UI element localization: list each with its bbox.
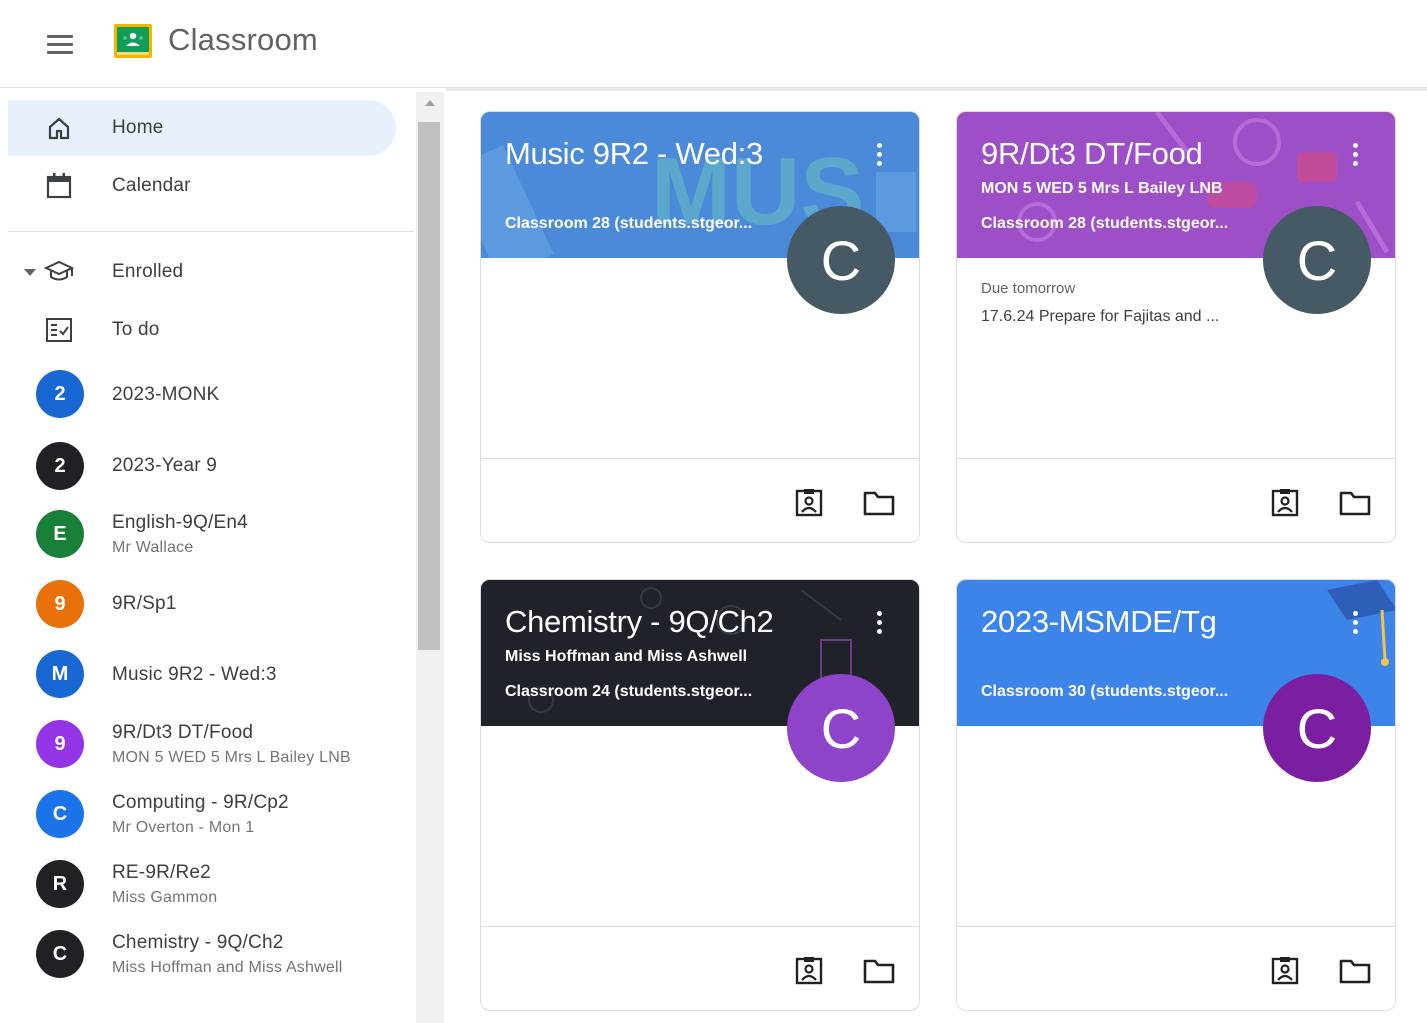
course-avatar: 9	[36, 580, 84, 628]
card-footer	[957, 458, 1395, 542]
card-room: Classroom 24 (students.stgeor...	[505, 683, 753, 700]
navigation-drawer: Home Calendar Enrolled To do 2 2023-MONK…	[0, 88, 416, 1023]
scrollbar-thumb[interactable]	[418, 122, 440, 650]
class-card-music[interactable]: MUS Music 9R2 - Wed:3 Classroom 28 (stud…	[480, 111, 920, 543]
hamburger-icon	[47, 34, 73, 38]
school-cap-icon	[42, 255, 76, 289]
classroom-logo-icon[interactable]	[114, 24, 152, 58]
sidebar-course-music[interactable]: M Music 9R2 - Wed:3	[8, 642, 408, 706]
course-avatar: C	[36, 790, 84, 838]
sidebar-course-chemistry[interactable]: C Chemistry - 9Q/Ch2 Miss Hoffman and Mi…	[8, 922, 408, 986]
course-avatar: M	[36, 650, 84, 698]
card-room: Classroom 30 (students.stgeor...	[981, 683, 1229, 700]
teacher-avatar[interactable]: C	[1263, 674, 1371, 782]
course-avatar: R	[36, 860, 84, 908]
card-title[interactable]: Chemistry - 9Q/Ch2	[505, 604, 774, 640]
card-footer	[481, 926, 919, 1010]
card-room: Classroom 28 (students.stgeor...	[505, 215, 753, 232]
class-folder-icon[interactable]	[859, 951, 899, 991]
expand-caret-icon[interactable]	[24, 269, 36, 276]
assignment-portfolio-icon[interactable]	[789, 483, 829, 523]
course-avatar: C	[36, 930, 84, 978]
class-folder-icon[interactable]	[859, 483, 899, 523]
card-more-options-icon[interactable]	[1345, 606, 1365, 638]
assignment-portfolio-icon[interactable]	[1265, 483, 1305, 523]
card-title[interactable]: Music 9R2 - Wed:3	[505, 136, 763, 172]
nav-item-enrolled[interactable]: Enrolled	[8, 244, 396, 300]
class-card-chemistry[interactable]: Chemistry - 9Q/Ch2 Miss Hoffman and Miss…	[480, 579, 920, 1011]
course-teacher: MON 5 WED 5 Mrs L Bailey LNB	[112, 749, 351, 766]
course-name: 9R/Dt3 DT/Food	[112, 722, 254, 743]
course-name: RE-9R/Re2	[112, 862, 211, 883]
top-app-bar: Classroom	[0, 0, 1427, 88]
nav-label-home: Home	[112, 117, 164, 138]
course-teacher: Miss Hoffman and Miss Ashwell	[112, 959, 343, 976]
sidebar-scrollbar[interactable]	[416, 92, 444, 1023]
card-teacher: MON 5 WED 5 Mrs L Bailey LNB	[981, 180, 1223, 197]
app-title[interactable]: Classroom	[168, 22, 318, 58]
course-avatar: 9	[36, 720, 84, 768]
sidebar-divider	[8, 231, 414, 232]
nav-item-todo[interactable]: To do	[8, 302, 396, 358]
course-avatar: E	[36, 510, 84, 558]
course-teacher: Miss Gammon	[112, 889, 218, 906]
teacher-avatar[interactable]: C	[1263, 206, 1371, 314]
course-teacher: Mr Wallace	[112, 539, 194, 556]
due-assignment-link[interactable]: 17.6.24 Prepare for Fajitas and ...	[981, 308, 1219, 326]
nav-label-todo: To do	[112, 319, 160, 340]
course-name: 2023-Year 9	[112, 455, 218, 476]
sidebar-course-2023-monk[interactable]: 2 2023-MONK	[8, 362, 408, 426]
card-more-options-icon[interactable]	[1345, 138, 1365, 170]
course-name: English-9Q/En4	[112, 512, 248, 533]
course-name: Music 9R2 - Wed:3	[112, 664, 277, 685]
card-more-options-icon[interactable]	[869, 606, 889, 638]
card-title[interactable]: 2023-MSMDE/Tg	[981, 604, 1217, 640]
assignment-portfolio-icon[interactable]	[1265, 951, 1305, 991]
card-more-options-icon[interactable]	[869, 138, 889, 170]
course-avatar: 2	[36, 442, 84, 490]
home-icon	[42, 111, 76, 145]
sidebar-course-computing[interactable]: C Computing - 9R/Cp2 Mr Overton - Mon 1	[8, 782, 408, 846]
card-title[interactable]: 9R/Dt3 DT/Food	[981, 136, 1203, 172]
course-name: Computing - 9R/Cp2	[112, 792, 289, 813]
assignment-portfolio-icon[interactable]	[789, 951, 829, 991]
card-footer	[957, 926, 1395, 1010]
sidebar-course-re[interactable]: R RE-9R/Re2 Miss Gammon	[8, 852, 408, 916]
class-folder-icon[interactable]	[1335, 483, 1375, 523]
sidebar-course-english[interactable]: E English-9Q/En4 Mr Wallace	[8, 502, 408, 566]
class-card-dt-food[interactable]: 9R/Dt3 DT/Food MON 5 WED 5 Mrs L Bailey …	[956, 111, 1396, 543]
nav-item-calendar[interactable]: Calendar	[8, 158, 396, 214]
calendar-icon	[42, 169, 76, 203]
sidebar-course-2023-year-9[interactable]: 2 2023-Year 9	[8, 432, 408, 496]
course-teacher: Mr Overton - Mon 1	[112, 819, 255, 836]
due-label: Due tomorrow	[981, 280, 1076, 297]
course-name: 2023-MONK	[112, 384, 220, 405]
course-name: 9R/Sp1	[112, 593, 177, 614]
course-avatar: 2	[36, 370, 84, 418]
teacher-avatar[interactable]: C	[787, 674, 895, 782]
card-teacher: Miss Hoffman and Miss Ashwell	[505, 648, 748, 665]
nav-item-home[interactable]: Home	[8, 100, 396, 156]
scroll-up-arrow-icon[interactable]	[425, 100, 435, 106]
nav-label-enrolled: Enrolled	[112, 261, 184, 282]
course-name: Chemistry - 9Q/Ch2	[112, 932, 284, 953]
card-footer	[481, 458, 919, 542]
nav-label-calendar: Calendar	[112, 175, 191, 196]
main-menu-button[interactable]	[36, 20, 84, 68]
card-room: Classroom 28 (students.stgeor...	[981, 215, 1229, 232]
todo-checklist-icon	[42, 313, 76, 347]
class-card-msmde[interactable]: 2023-MSMDE/Tg Classroom 30 (students.stg…	[956, 579, 1396, 1011]
class-folder-icon[interactable]	[1335, 951, 1375, 991]
sidebar-course-9r-sp1[interactable]: 9 9R/Sp1	[8, 572, 408, 636]
sidebar-course-dt-food[interactable]: 9 9R/Dt3 DT/Food MON 5 WED 5 Mrs L Baile…	[8, 712, 408, 776]
teacher-avatar[interactable]: C	[787, 206, 895, 314]
class-cards-grid: MUS Music 9R2 - Wed:3 Classroom 28 (stud…	[446, 88, 1427, 1023]
